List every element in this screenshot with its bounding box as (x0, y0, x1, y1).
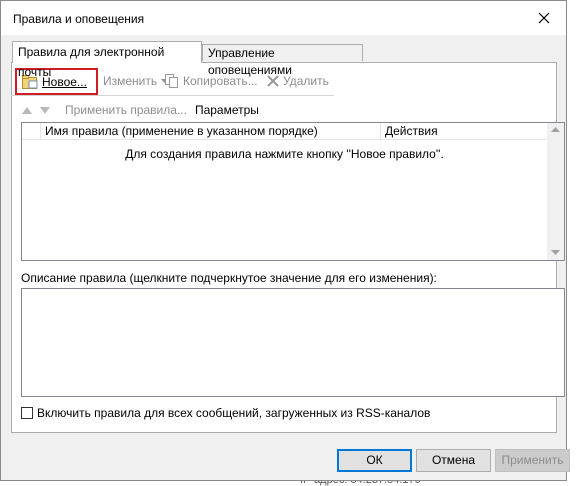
rss-rules-label: Включить правила для всех сообщений, заг… (37, 406, 431, 420)
checkbox-column-header (22, 123, 41, 140)
close-icon (538, 12, 550, 24)
copy-rule-label: Копировать... (183, 74, 258, 88)
rule-name-column-header[interactable]: Имя правила (применение в указанном поря… (41, 123, 381, 140)
rules-dialog: Правила и оповещения Правила для электро… (0, 0, 570, 481)
rss-rules-checkbox[interactable] (21, 407, 33, 419)
rule-description-box[interactable] (21, 288, 565, 397)
delete-icon (267, 75, 279, 87)
delete-rule-label: Удалить (283, 74, 329, 88)
title-bar: Правила и оповещения (1, 1, 566, 35)
parameters-link[interactable]: Параметры (195, 103, 259, 117)
copy-icon (165, 74, 178, 88)
tab-manage-alerts[interactable]: Управление оповещениями (202, 44, 363, 77)
scroll-down-icon[interactable] (551, 250, 560, 256)
close-button[interactable] (534, 8, 554, 28)
change-rule-label: Изменить (103, 74, 158, 88)
background-window (568, 0, 584, 482)
cancel-button[interactable]: Отмена (416, 449, 491, 472)
actions-column-header[interactable]: Действия (381, 123, 547, 140)
ok-button[interactable]: ОК (337, 449, 412, 472)
apply-button[interactable]: Применить (495, 449, 570, 472)
rules-list[interactable]: Имя правила (применение в указанном поря… (21, 122, 565, 261)
move-up-icon[interactable] (21, 105, 33, 115)
scroll-up-icon[interactable] (551, 127, 560, 133)
rules-list-scrollbar[interactable] (547, 123, 564, 260)
apply-rules-link[interactable]: Применить правила... (65, 103, 187, 117)
description-label: Описание правила (щелкните подчеркнутое … (21, 271, 437, 285)
rss-rules-option[interactable]: Включить правила для всех сообщений, заг… (21, 406, 430, 420)
empty-rules-message: Для создания правила нажмите кнопку ''Но… (125, 147, 444, 161)
move-down-icon[interactable] (39, 105, 51, 115)
toolbar-divider (11, 95, 334, 96)
copy-rule-button[interactable]: Копировать... (165, 73, 258, 89)
change-rule-button[interactable]: Изменить (103, 73, 169, 89)
tab-email-rules[interactable]: Правила для электронной почты (12, 41, 202, 79)
delete-rule-button[interactable]: Удалить (267, 73, 329, 89)
rule-actions-row: Применить правила... Параметры (21, 102, 259, 118)
window-title: Правила и оповещения (13, 12, 145, 26)
